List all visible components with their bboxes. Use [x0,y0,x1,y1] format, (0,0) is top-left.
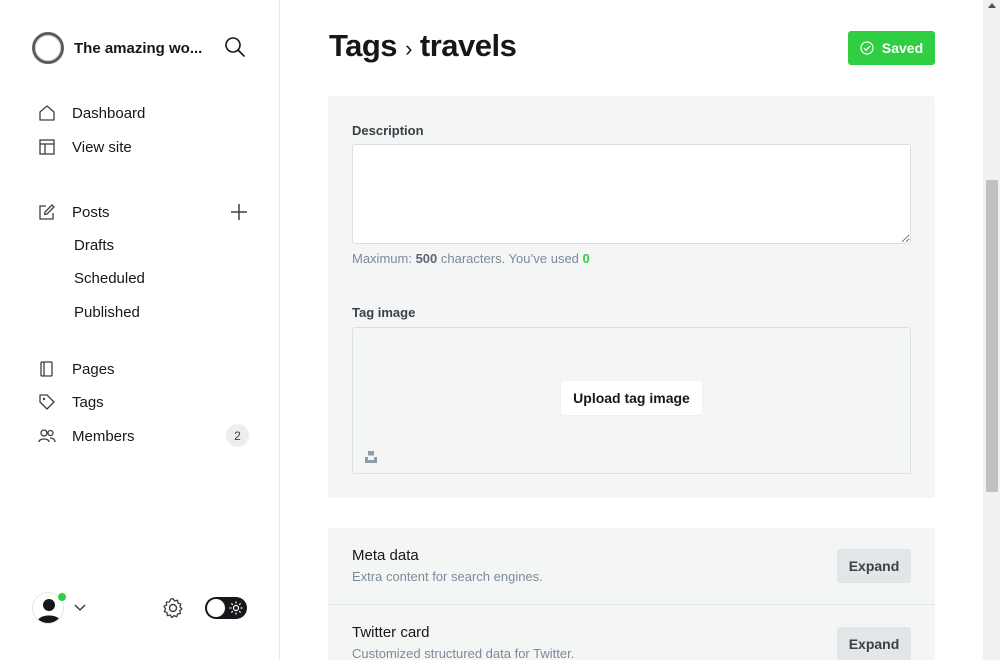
edit-icon [38,203,56,221]
card-title: Twitter card [352,624,430,641]
twitter-card-card: Twitter card Customized structured data … [328,605,935,660]
tag-image-label: Tag image [352,305,416,320]
members-count-badge: 2 [226,424,249,447]
upload-tag-image-button[interactable]: Upload tag image [561,381,702,415]
sidebar-item-label: Pages [72,360,115,378]
sidebar-item-label: Tags [72,393,104,411]
hint-prefix: Maximum: [352,251,416,266]
sidebar-item-dashboard[interactable]: Dashboard [38,101,145,125]
scroll-up-arrow[interactable] [988,3,996,8]
description-field[interactable] [352,144,911,244]
card-description: Customized structured data for Twitter. [352,646,575,660]
sun-icon [229,601,243,615]
chevron-down-icon[interactable] [73,601,87,615]
sidebar-item-label: Members [72,427,135,445]
sidebar-item-label: Dashboard [72,104,146,122]
sidebar-item-posts[interactable]: Posts [38,200,110,224]
sidebar-item-label: View site [72,138,132,156]
hint-middle: characters. You’ve used [437,251,583,266]
sidebar-item-view-site[interactable]: View site [38,135,132,159]
sidebar-item-scheduled[interactable]: Scheduled [74,270,145,287]
description-hint: Maximum: 500 characters. You’ve used 0 [352,251,590,266]
description-label: Description [352,123,424,138]
theme-toggle[interactable] [205,597,247,619]
scrollbar-thumb[interactable] [986,180,998,492]
sidebar-item-members[interactable]: Members [38,424,135,448]
sidebar-item-label: Posts [72,203,110,221]
sidebar: The amazing wo... Dashboard View site Po… [0,0,280,660]
page-icon [38,360,56,378]
members-icon [38,427,56,445]
card-title: Meta data [352,547,419,564]
hint-used-count: 0 [582,251,590,266]
sidebar-item-drafts[interactable]: Drafts [74,237,114,254]
breadcrumb: Tags › travels [329,28,517,64]
page-title: travels [419,28,517,63]
home-icon [38,104,56,122]
breadcrumb-separator: › [405,36,412,61]
add-post-icon[interactable] [229,202,249,222]
tag-icon [38,393,56,411]
site-logo[interactable] [32,32,64,64]
site-header: The amazing wo... [32,32,248,64]
expand-meta-data-button[interactable]: Expand [837,549,911,583]
card-description: Extra content for search engines. [352,569,543,584]
online-status-dot [57,592,67,602]
unsplash-icon[interactable] [364,450,378,464]
search-icon[interactable] [224,36,248,60]
check-circle-icon [860,41,874,55]
breadcrumb-parent-link[interactable]: Tags [329,28,398,64]
saved-button-label: Saved [881,40,924,56]
toggle-knob [207,599,225,617]
expand-twitter-card-button[interactable]: Expand [837,627,911,660]
site-title[interactable]: The amazing wo... [74,40,209,57]
sidebar-item-pages[interactable]: Pages [38,357,115,381]
layout-icon [38,138,56,156]
saved-button[interactable]: Saved [848,31,935,65]
sidebar-item-published[interactable]: Published [74,304,140,321]
sidebar-item-tags[interactable]: Tags [38,390,104,414]
gear-icon[interactable] [162,597,184,619]
meta-data-card: Meta data Extra content for search engin… [328,528,935,604]
hint-max-count: 500 [415,251,438,266]
